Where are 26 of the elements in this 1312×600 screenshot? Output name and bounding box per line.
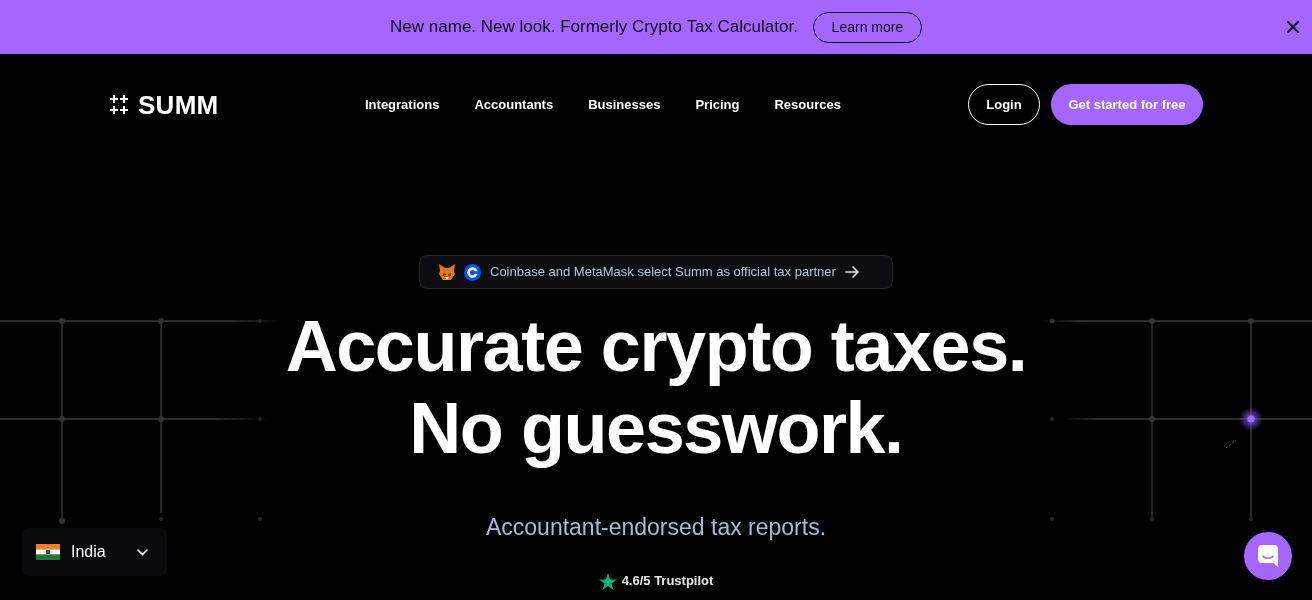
nav-link[interactable]: Resources — [774, 94, 841, 115]
trustpilot-rating: 4.6/5 Trustpilot — [621, 572, 714, 591]
get-started-button[interactable]: Get started for free — [1051, 84, 1203, 125]
c-logo-icon — [464, 263, 481, 281]
nav-link[interactable]: Pricing — [695, 94, 740, 115]
nav-link[interactable]: Accountants — [474, 94, 554, 115]
nav-link[interactable]: Businesses — [588, 94, 661, 115]
close-icon — [1287, 21, 1299, 33]
nav-link[interactable]: Integrations — [365, 94, 440, 115]
glow-dot-icon — [1239, 407, 1263, 431]
chat-bubble-icon — [1258, 545, 1278, 567]
banner-message: New name. New look. Formerly Crypto Tax Calculator. — [390, 16, 798, 39]
arrow-right-icon — [844, 266, 859, 278]
fox-icon — [438, 263, 456, 281]
india-flag-icon — [36, 544, 60, 560]
hero-headline: Accurate crypto taxes. No guesswork. — [285, 305, 1027, 469]
chevron-down-icon — [137, 548, 148, 556]
chat-launcher-button[interactable] — [1244, 532, 1292, 580]
hero-subtitle: Accountant-endorsed tax reports. — [485, 513, 827, 541]
close-button[interactable] — [1286, 20, 1300, 34]
partner-announcement-link[interactable]: Coinbase and MetaMask select Summ as official tax partner — [419, 255, 893, 289]
logo-wordmark[interactable]: SUMM — [138, 91, 219, 118]
announcement-text: Coinbase and MetaMask select Summ as official tax partner — [490, 263, 836, 282]
country-selector[interactable]: India — [22, 528, 167, 576]
star-icon — [598, 572, 617, 590]
plus-grid-icon — [109, 95, 129, 114]
